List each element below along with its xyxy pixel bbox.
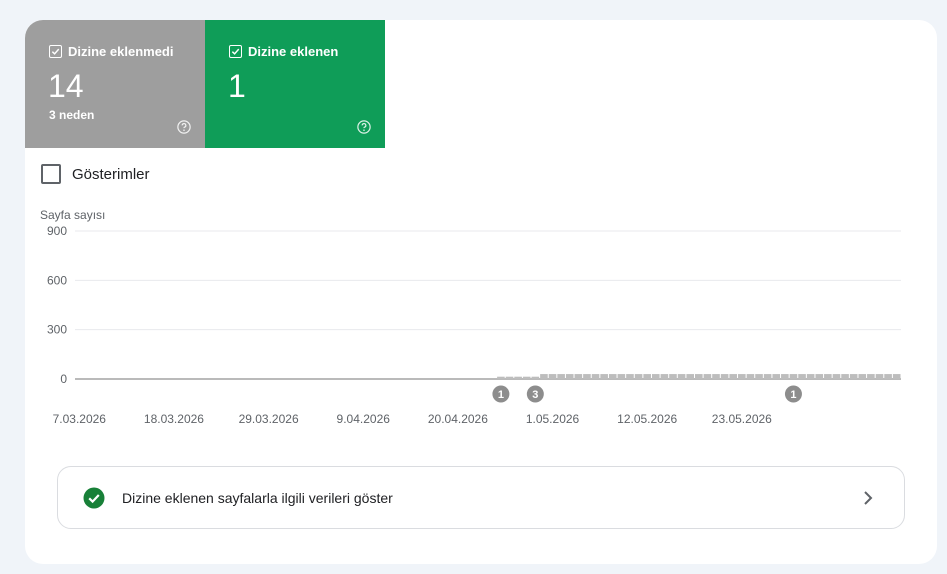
checkbox-unchecked-icon[interactable]	[41, 164, 61, 184]
impressions-toggle[interactable]: Gösterimler	[41, 164, 150, 184]
bar[interactable]	[686, 374, 694, 379]
bar[interactable]	[712, 374, 720, 379]
x-tick-label: 29.03.2026	[239, 412, 299, 426]
x-tick-label: 1.05.2026	[526, 412, 580, 426]
annotation-marker[interactable]: 1	[784, 385, 802, 403]
y-tick-label: 0	[60, 372, 67, 386]
tile-indexed[interactable]: Dizine eklenen 1	[205, 20, 385, 148]
tile-label: Dizine eklenmedi	[68, 44, 174, 59]
bar[interactable]	[497, 376, 505, 379]
bar[interactable]	[841, 374, 849, 379]
bar[interactable]	[772, 374, 781, 379]
bar[interactable]	[781, 374, 789, 379]
tile-count: 14	[48, 68, 84, 104]
show-indexed-pages-link[interactable]: Dizine eklenen sayfalarla ilgili veriler…	[57, 466, 905, 529]
bar[interactable]	[522, 376, 531, 379]
annotation-label: 3	[532, 389, 538, 401]
bar[interactable]	[729, 374, 738, 379]
bar[interactable]	[815, 374, 824, 379]
bar[interactable]	[858, 374, 867, 379]
bar[interactable]	[617, 374, 626, 379]
bar[interactable]	[643, 374, 651, 379]
checkbox-checked-icon[interactable]	[229, 45, 242, 58]
bar[interactable]	[626, 374, 634, 379]
bar[interactable]	[608, 374, 617, 379]
x-tick-label: 20.04.2026	[428, 412, 488, 426]
bar[interactable]	[806, 374, 815, 379]
annotation-label: 1	[790, 389, 796, 401]
chevron-right-icon	[864, 491, 873, 505]
bar[interactable]	[755, 374, 763, 379]
bar[interactable]	[832, 374, 841, 379]
bar[interactable]	[824, 374, 832, 379]
bar[interactable]	[849, 374, 858, 379]
bar[interactable]	[634, 374, 643, 379]
link-label: Dizine eklenen sayfalarla ilgili veriler…	[122, 489, 393, 506]
help-icon[interactable]	[357, 120, 371, 134]
x-tick-label: 12.05.2026	[617, 412, 677, 426]
impressions-label: Gösterimler	[72, 165, 150, 183]
bar[interactable]	[763, 374, 772, 379]
bar[interactable]	[695, 374, 703, 379]
bar[interactable]	[565, 374, 574, 379]
bar[interactable]	[557, 374, 565, 379]
tile-subtitle: 3 neden	[49, 108, 95, 122]
annotation-label: 1	[498, 389, 504, 401]
bar[interactable]	[867, 374, 875, 379]
pages-bar-chart: 0 300 600 900 7.03.2026 18.03.2026 29.03.2026…	[47, 224, 901, 426]
bar[interactable]	[720, 374, 729, 379]
check-circle-icon	[83, 487, 105, 508]
bar[interactable]	[884, 374, 892, 379]
bar[interactable]	[583, 374, 591, 379]
y-tick-label: 600	[47, 273, 67, 287]
x-tick-label: 18.03.2026	[144, 412, 204, 426]
bar[interactable]	[574, 374, 583, 379]
x-tick-label: 7.03.2026	[53, 412, 107, 426]
x-tick-label: 9.04.2026	[337, 412, 391, 426]
tile-count: 1	[228, 68, 246, 104]
bar[interactable]	[746, 374, 755, 379]
bar[interactable]	[651, 374, 660, 379]
bar[interactable]	[703, 374, 712, 379]
tile-label: Dizine eklenen	[248, 44, 339, 59]
x-tick-label: 23.05.2026	[712, 412, 772, 426]
y-tick-label: 300	[47, 323, 67, 337]
bar[interactable]	[505, 376, 514, 379]
bar[interactable]	[798, 374, 806, 379]
bar[interactable]	[514, 376, 522, 379]
bar[interactable]	[789, 374, 798, 379]
bar[interactable]	[677, 374, 686, 379]
annotation-marker[interactable]: 3	[526, 385, 544, 403]
bar[interactable]	[669, 374, 677, 379]
bar[interactable]	[892, 374, 901, 379]
index-coverage-card: Dizine eklenmedi 14 3 neden Dizine eklen…	[25, 20, 937, 564]
bar[interactable]	[531, 376, 540, 379]
y-tick-label: 900	[47, 224, 67, 238]
annotation-marker[interactable]: 1	[492, 385, 510, 403]
bar[interactable]	[548, 374, 557, 379]
bar[interactable]	[875, 374, 884, 379]
bar[interactable]	[660, 374, 669, 379]
checkbox-checked-icon[interactable]	[49, 45, 62, 58]
bar[interactable]	[600, 374, 608, 379]
bar[interactable]	[738, 374, 746, 379]
bar[interactable]	[591, 374, 600, 379]
tile-not-indexed[interactable]: Dizine eklenmedi 14 3 neden	[25, 20, 205, 148]
help-icon[interactable]	[177, 120, 191, 134]
bar[interactable]	[540, 374, 548, 379]
